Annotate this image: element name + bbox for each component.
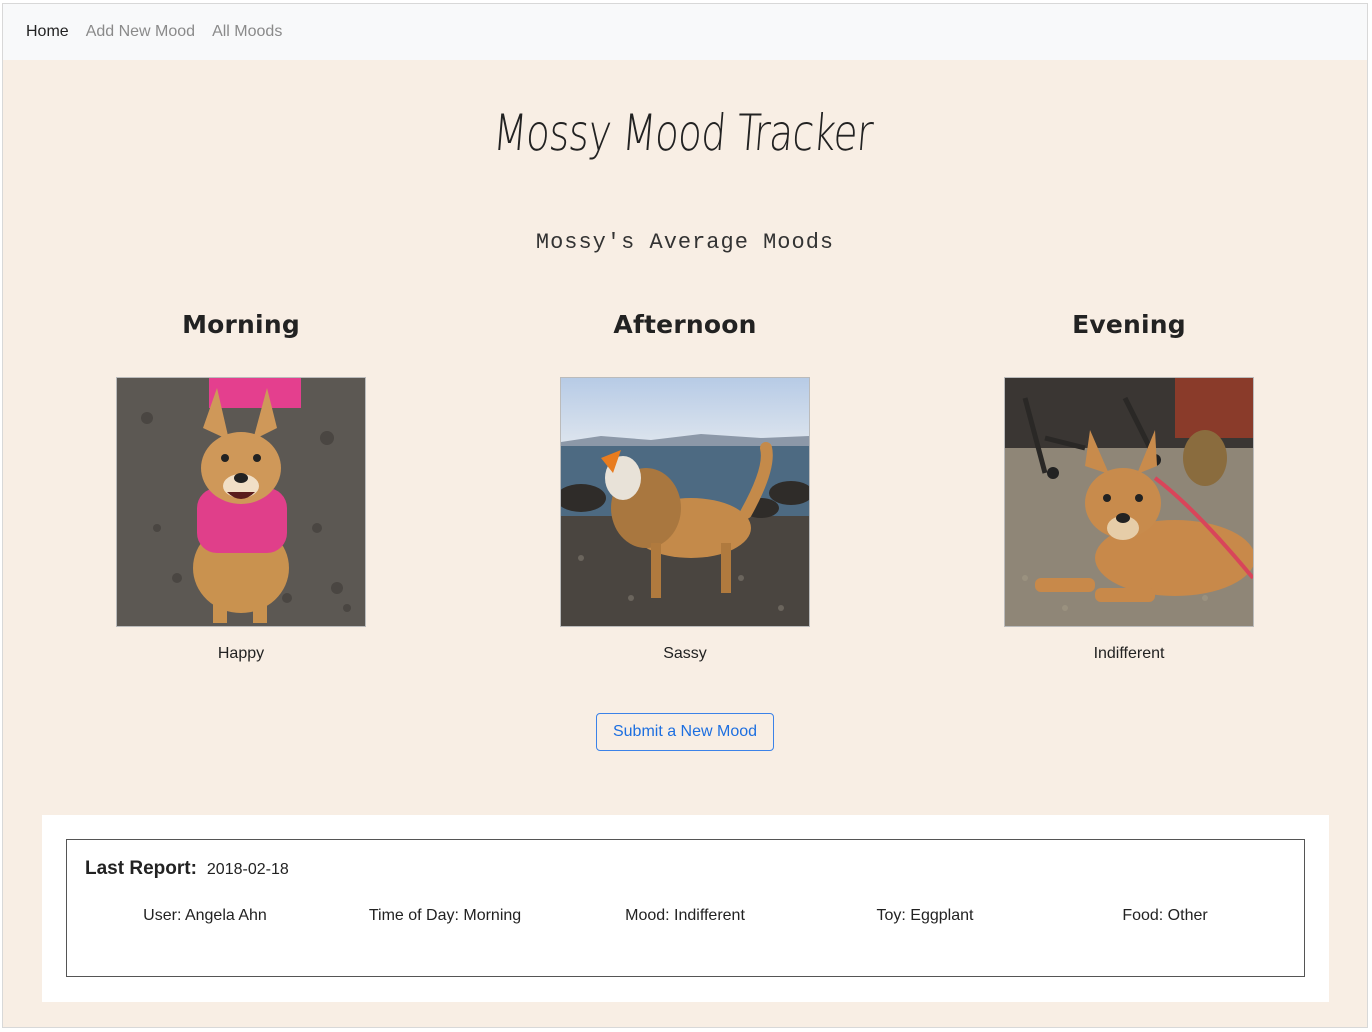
report-time-of-day: Time of Day: Morning	[368, 907, 522, 924]
last-report-date: 2018-02-18	[206, 861, 289, 878]
mood-column-morning: Morning Happy	[91, 310, 391, 663]
last-report-fields: User: Angela Ahn Time of Day: Morning Mo…	[85, 907, 1285, 925]
report-food: Food: Other	[1122, 907, 1208, 924]
dog-photo-afternoon	[560, 377, 810, 627]
mood-time-heading: Afternoon	[613, 310, 757, 339]
mood-caption: Sassy	[663, 645, 707, 662]
section-title: Mossy's Average Moods	[535, 230, 835, 255]
dog-photo-morning	[116, 377, 366, 627]
nav-home-link[interactable]: Home	[26, 23, 69, 41]
nav-add-new-mood-link[interactable]: Add New Mood	[86, 23, 195, 41]
submit-new-mood-button[interactable]: Submit a New Mood	[596, 713, 774, 751]
report-toy: Toy: Eggplant	[876, 907, 974, 924]
app-window: Home Add New Mood All Moods Mossy Mood T…	[2, 3, 1368, 1028]
last-report-box: Last Report: 2018-02-18 User: Angela Ahn…	[66, 839, 1305, 977]
mood-caption: Happy	[217, 645, 265, 662]
last-report-label: Last Report:	[85, 858, 197, 879]
dog-photo-evening	[1004, 377, 1254, 627]
app-title: Mossy Mood Tracker	[491, 104, 875, 162]
nav-all-moods-link[interactable]: All Moods	[212, 23, 282, 41]
last-report-card: Last Report: 2018-02-18 User: Angela Ahn…	[42, 815, 1329, 1002]
report-mood: Mood: Indifferent	[625, 907, 745, 924]
mood-time-heading: Morning	[182, 310, 300, 339]
report-user: User: Angela Ahn	[143, 907, 267, 924]
mood-caption: Indifferent	[1093, 645, 1165, 662]
mood-time-heading: Evening	[1072, 310, 1186, 339]
last-report-header: Last Report: 2018-02-18	[85, 858, 289, 880]
mood-column-evening: Evening Indifferent	[979, 310, 1279, 663]
top-navbar: Home Add New Mood All Moods	[3, 4, 1367, 60]
mood-column-afternoon: Afternoon Sassy	[535, 310, 835, 663]
